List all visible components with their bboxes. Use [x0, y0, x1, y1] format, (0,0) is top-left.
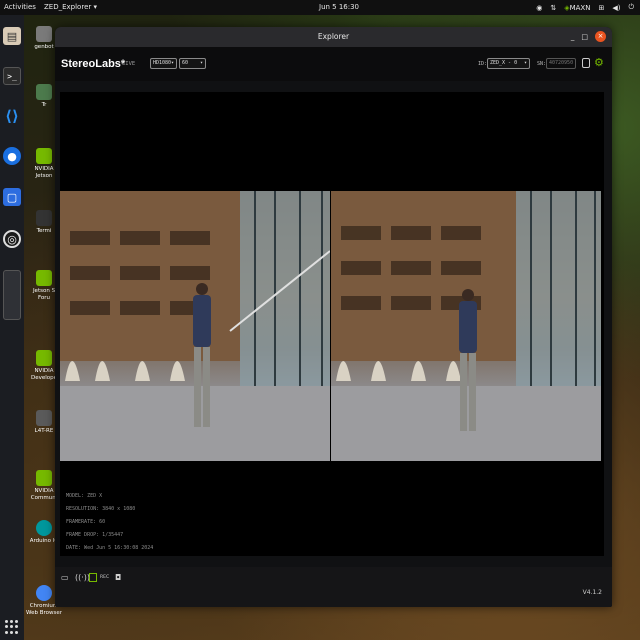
window-controls: _ □ × [571, 31, 606, 42]
chevron-down-icon: ▾ [523, 60, 527, 66]
atrium-scene-right [331, 191, 601, 461]
camera-id-select[interactable]: ZED_X - 0 ▾ [487, 58, 530, 69]
folder-icon [36, 26, 52, 42]
resolution-value: HD1080 [153, 60, 172, 66]
record-label: REC [100, 575, 110, 580]
desktop-icon-label: NVIDIA Develope [30, 368, 58, 381]
power-mode-icon[interactable]: ◈MAXN [564, 4, 590, 12]
desktop-icon-label: Tr [41, 102, 47, 108]
top-bar: Activities ZED_Explorer ▾ Jun 5 16:30 ◉ … [0, 0, 640, 15]
info-date: DATE: Wed Jun 5 16:30:08 2024 [66, 545, 154, 551]
nvidia-icon [36, 148, 52, 164]
device-icon[interactable] [582, 58, 590, 68]
text-editor-icon[interactable]: ▢ [3, 188, 21, 206]
settings-gear-icon[interactable]: ⚙ [594, 56, 604, 69]
serial-number-field: 40720950 [546, 58, 576, 69]
video-viewer[interactable]: MODEL: ZED X RESOLUTION: 3840 x 1080 FRA… [60, 92, 604, 556]
serial-number-label: SN: [537, 61, 547, 67]
bottom-toolbar: ▭ ((·)) REC ◘ V4.1.2 [55, 567, 612, 607]
nvidia-icon [36, 270, 52, 286]
desktop-icon-label: Termi [36, 228, 52, 234]
desktop-icon-label: L4T-RE [34, 428, 54, 434]
file-icon [36, 84, 52, 100]
left-camera-image [60, 191, 330, 461]
info-resolution: RESOLUTION: 3840 x 1080 [66, 506, 136, 512]
camera-id-label: ID: [478, 61, 488, 67]
resolution-select[interactable]: HD1080 ▾ [150, 58, 177, 69]
power-mode-label: MAXN [569, 3, 591, 12]
camera-id-value: ZED_X - 0 [490, 60, 518, 66]
vscode-icon[interactable]: ⟨⟩ [3, 107, 21, 125]
volume-icon[interactable]: ◀) [612, 4, 620, 12]
active-window-icon[interactable] [3, 270, 21, 320]
info-model: MODEL: ZED X [66, 493, 103, 499]
system-tray[interactable]: ◉ ⇅ ◈MAXN ⊞ ◀) ⏻ [536, 3, 634, 12]
show-apps-icon[interactable] [5, 620, 19, 634]
desktop-icon-label: NVIDIA Jetson [34, 166, 54, 179]
chromium-icon[interactable]: ● [3, 147, 21, 165]
clock[interactable]: Jun 5 16:30 [319, 3, 359, 11]
info-framerate: FRAMERATE: 60 [66, 519, 106, 525]
app-header: StereoLabs* LIVE HD1080 ▾ 60 ▾ ID: ZED_X -… [55, 47, 612, 81]
fps-value: 60 [182, 60, 189, 66]
open-file-icon[interactable]: ▭ [61, 573, 69, 582]
stereo-feed [60, 191, 601, 461]
power-icon[interactable]: ⏻ [628, 3, 634, 12]
snapshot-camera-icon[interactable]: ◘ [115, 573, 121, 582]
nvidia-icon [36, 350, 52, 366]
desktop-icon-label: genbot [34, 44, 54, 50]
terminal-icon [36, 210, 52, 226]
streaming-icon[interactable]: ((·)) [75, 573, 90, 582]
chevron-down-icon: ▾ [170, 60, 174, 66]
right-camera-image [331, 191, 601, 461]
live-indicator: LIVE [122, 61, 136, 67]
camera-info-overlay: MODEL: ZED X RESOLUTION: 3840 x 1080 FRA… [66, 490, 153, 555]
document-icon [36, 410, 52, 426]
atrium-scene-left [60, 191, 330, 461]
activities-button[interactable]: Activities [4, 3, 36, 11]
window-titlebar[interactable]: Explorer _ □ × [55, 27, 612, 47]
desktop-icon-label: NVIDIA Communi [30, 488, 58, 501]
maximize-button[interactable]: □ [581, 33, 588, 41]
chrome-tray-icon[interactable]: ◉ [536, 4, 542, 12]
app-menu[interactable]: ZED_Explorer ▾ [44, 3, 97, 11]
desktop-icon-label: Jetson S Foru [32, 288, 56, 301]
chevron-down-icon: ▾ [199, 60, 203, 66]
terminal-icon[interactable]: >_ [3, 67, 21, 85]
arduino-icon [36, 520, 52, 536]
network-wired-icon[interactable]: ⊞ [598, 4, 604, 12]
stereolabs-logo: StereoLabs* [61, 58, 126, 70]
desktop-icon-label: Arduino IC [29, 538, 59, 544]
info-frame-drop: FRAME DROP: 1/35447 [66, 532, 124, 538]
nvidia-icon [36, 470, 52, 486]
explorer-window: Explorer _ □ × StereoLabs* LIVE HD1080 ▾ … [55, 27, 612, 607]
fps-select[interactable]: 60 ▾ [179, 58, 206, 69]
window-title: Explorer [317, 32, 350, 41]
dock: ▤ >_ ⟨⟩ ● ▢ ◎ [0, 15, 24, 640]
network-icon[interactable]: ⇅ [550, 4, 556, 12]
close-button[interactable]: × [595, 31, 606, 42]
obs-icon[interactable]: ◎ [3, 230, 21, 248]
chromium-icon [36, 585, 52, 601]
version-label: V4.1.2 [582, 589, 602, 596]
files-icon[interactable]: ▤ [3, 27, 21, 45]
minimize-button[interactable]: _ [571, 33, 575, 41]
record-svo-icon[interactable] [89, 573, 97, 582]
